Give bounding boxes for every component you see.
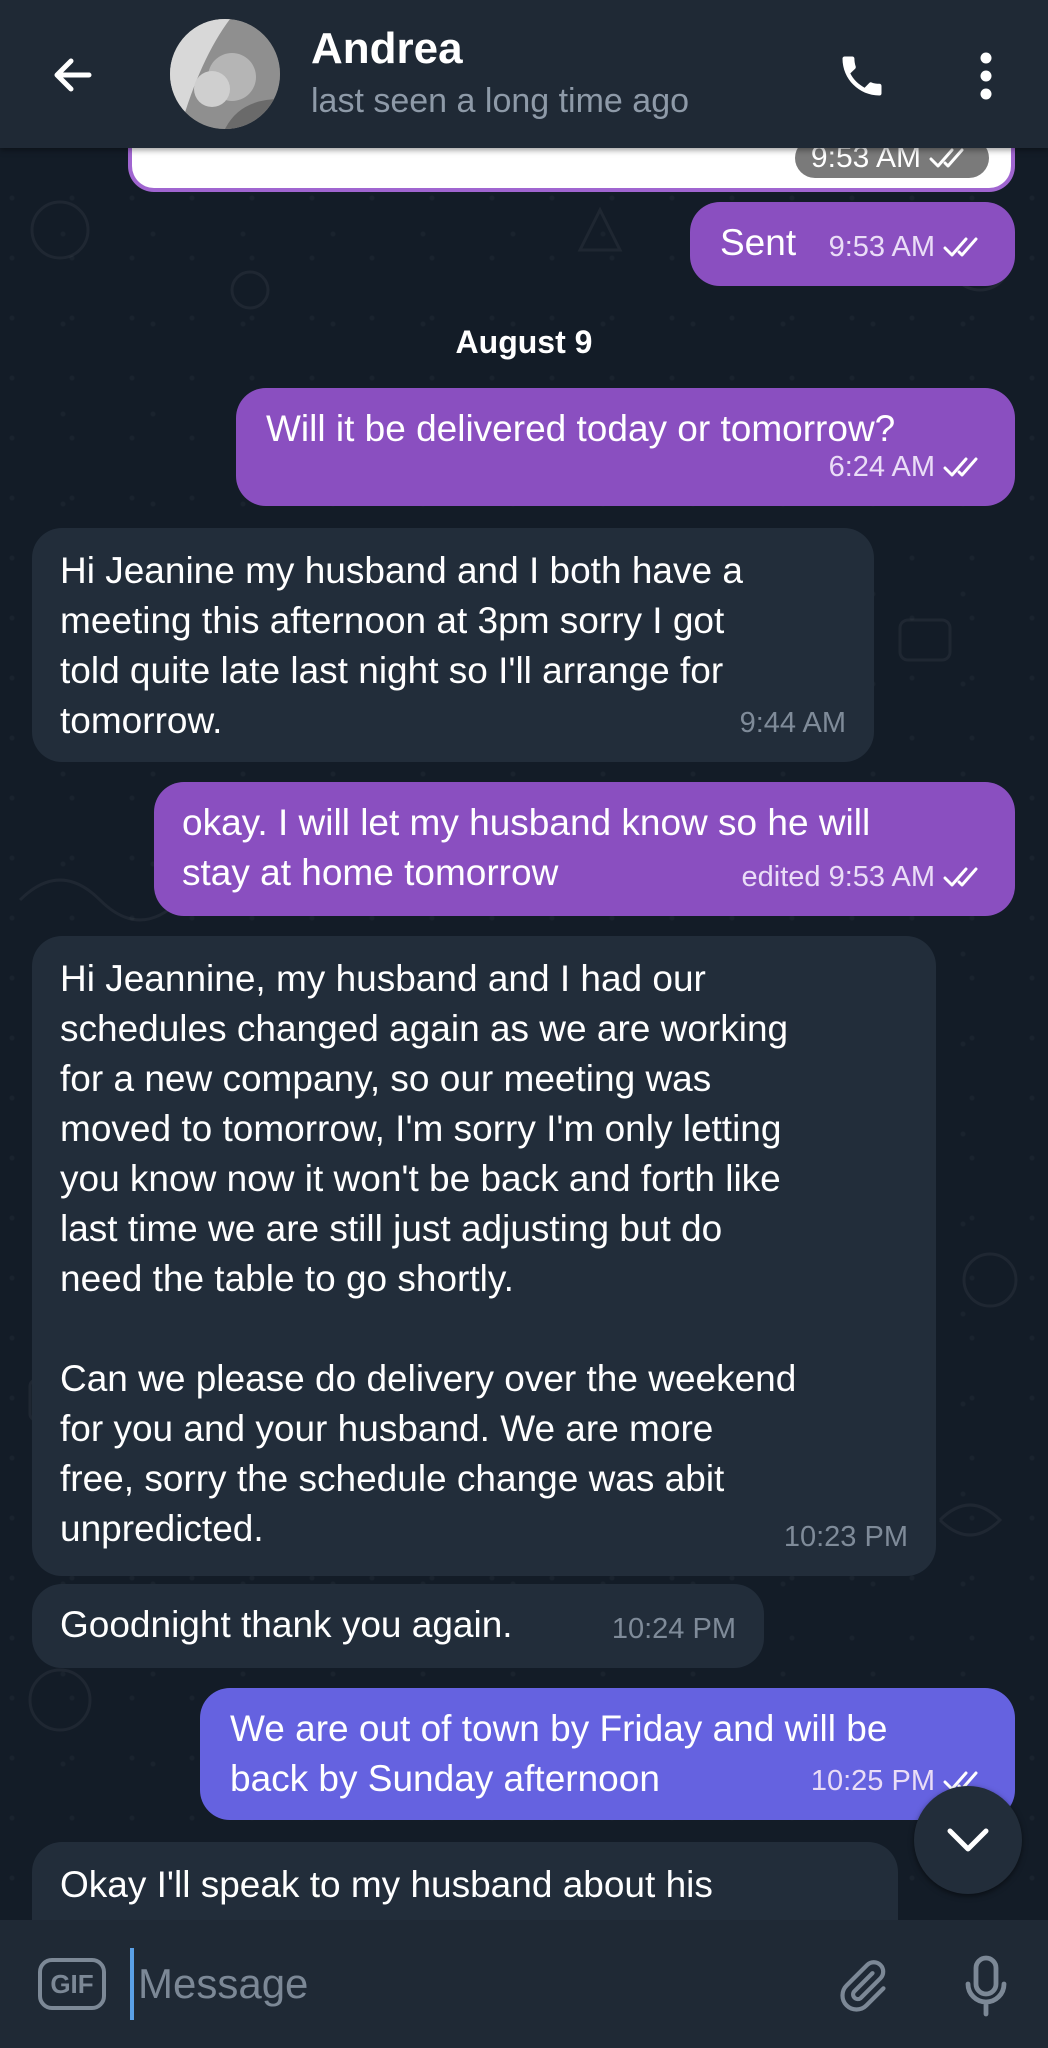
message-bubble-incoming[interactable]: Hi Jeanine my husband and I both have a … xyxy=(32,528,874,762)
message-meta: 6:24 AM xyxy=(829,442,987,492)
scroll-to-bottom-button[interactable] xyxy=(914,1786,1022,1894)
message-meta: 9:53 AM xyxy=(829,222,987,272)
message-bubble-incoming[interactable]: Goodnight thank you again. 10:24 PM xyxy=(32,1584,764,1668)
message-text: We are out of town by Friday and will be… xyxy=(230,1708,888,1799)
more-options-button[interactable] xyxy=(950,40,1022,112)
double-check-icon xyxy=(943,867,978,887)
back-button[interactable] xyxy=(38,40,108,110)
message-time: 10:25 PM xyxy=(810,1765,935,1797)
message-bubble-outgoing[interactable]: We are out of town by Friday and will be… xyxy=(200,1688,1015,1820)
message-time: 9:53 AM xyxy=(828,231,935,263)
contact-name[interactable]: Andrea xyxy=(311,24,463,74)
message-time: 6:24 AM xyxy=(828,451,935,483)
contact-avatar[interactable] xyxy=(170,19,280,129)
message-meta: 9:44 AM xyxy=(740,698,846,748)
message-bubble-incoming[interactable]: Hi Jeannine, my husband and I had our sc… xyxy=(32,936,936,1576)
attach-button[interactable] xyxy=(826,1950,898,2022)
voice-message-button[interactable] xyxy=(950,1950,1022,2022)
message-text: Will it be delivered today or tomorrow? xyxy=(266,408,896,449)
gif-button[interactable]: GIF xyxy=(38,1958,106,2010)
message-bubble-outgoing[interactable]: okay. I will let my husband know so he w… xyxy=(154,782,1015,916)
arrow-left-icon xyxy=(54,58,92,92)
more-vertical-icon xyxy=(980,52,992,100)
message-bubble-outgoing[interactable]: Sent 9:53 AM xyxy=(690,202,1015,286)
message-time: 9:44 AM xyxy=(739,707,846,739)
message-text: Hi Jeanine my husband and I both have a … xyxy=(60,550,743,741)
message-meta: 10:23 PM xyxy=(784,1512,908,1562)
microphone-icon xyxy=(965,1955,1007,2017)
contact-status: last seen a long time ago xyxy=(311,82,690,120)
call-button[interactable] xyxy=(826,40,898,112)
message-meta: edited 9:53 AM xyxy=(742,852,987,902)
message-text: Goodnight thank you again. xyxy=(60,1604,513,1645)
message-time: 10:24 PM xyxy=(611,1613,736,1645)
chevron-down-icon xyxy=(947,1828,989,1852)
message-bubble-outgoing[interactable]: Will it be delivered today or tomorrow? … xyxy=(236,388,1015,506)
message-meta: 10:24 PM xyxy=(612,1604,736,1654)
avatar-photo xyxy=(170,19,280,129)
message-text: Sent xyxy=(720,222,797,263)
message-input[interactable] xyxy=(130,1948,790,2020)
message-text: Hi Jeannine, my husband and I had our sc… xyxy=(60,958,797,1549)
message-composer: GIF xyxy=(0,1920,1048,2048)
message-time: edited 9:53 AM xyxy=(741,861,935,893)
double-check-icon xyxy=(943,457,978,477)
message-text: Okay I'll speak to my husband about his xyxy=(60,1864,713,1905)
paperclip-icon xyxy=(840,1960,886,2012)
message-time: 10:23 PM xyxy=(783,1521,908,1553)
double-check-icon xyxy=(943,237,978,257)
phone-icon xyxy=(842,56,882,96)
double-check-icon xyxy=(929,148,964,168)
chat-header: Andrea last seen a long time ago xyxy=(0,0,1048,148)
date-separator: August 9 xyxy=(455,324,593,360)
